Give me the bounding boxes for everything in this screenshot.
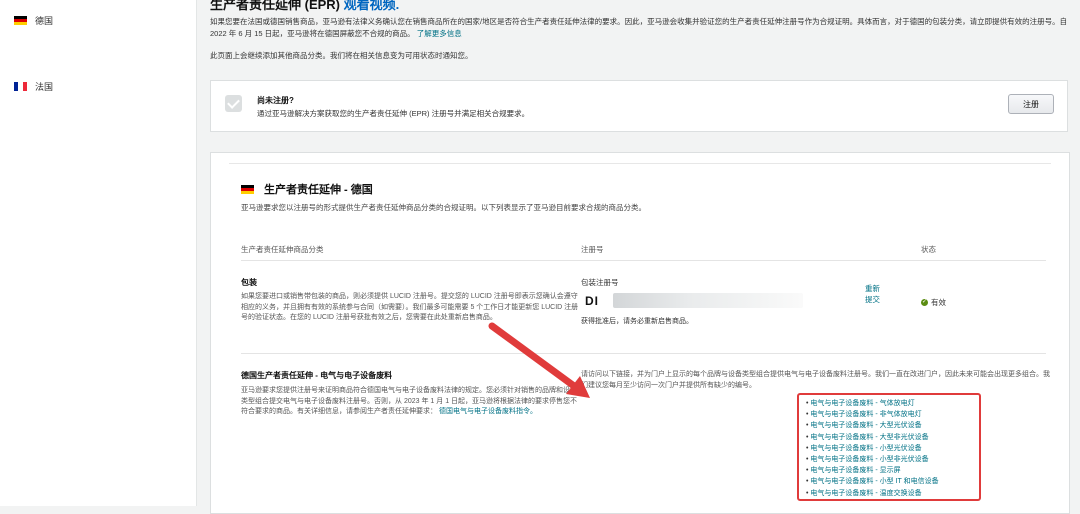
packaging-registration-number: DI (585, 294, 599, 308)
redacted-registration-number (613, 293, 803, 308)
sidebar-item-germany[interactable]: 德国 (14, 14, 53, 27)
eee-category-link[interactable]: 电气与电子设备废料 - 非气体放电灯 (806, 409, 939, 420)
watch-video-link[interactable]: 观看视频. (344, 0, 400, 12)
germany-flag-icon (14, 16, 27, 25)
page-title-text: 生产者责任延伸 (EPR) (210, 0, 341, 12)
sidebar-item-label: 法国 (35, 82, 54, 92)
eee-portal-info: 请访问以下链接，并为门户上显示的每个品牌与设备类型组合提供电气与电子设备废料注册… (581, 371, 1050, 389)
eee-category-link[interactable]: 电气与电子设备废料 - 气体放电灯 (806, 398, 939, 409)
column-header-registration: 注册号 (581, 245, 604, 254)
learn-more-link[interactable]: 了解更多信息 (417, 29, 462, 38)
germany-flag-icon (241, 184, 254, 194)
eee-name: 德国生产者责任延伸 - 电气与电子设备废料 (241, 371, 393, 380)
status-text: 有效 (931, 298, 946, 307)
france-flag-icon (14, 82, 27, 91)
divider (241, 260, 1046, 261)
eee-category-list: 电气与电子设备废料 - 气体放电灯 电气与电子设备废料 - 非气体放电灯 电气与… (806, 398, 939, 499)
packaging-hint: 获得批准后，请务必重新启售商品。 (581, 316, 693, 326)
divider (241, 353, 1046, 354)
packaging-registration-label: 包装注册号 (581, 278, 619, 287)
eee-category-link[interactable]: 电气与电子设备废料 - 大型非光伏设备 (806, 432, 939, 443)
card-title-text: 生产者责任延伸 - 德国 (264, 184, 373, 196)
column-header-category: 生产者责任延伸商品分类 (241, 245, 324, 254)
eee-description: 亚马逊要求您提供注册号来证明商品符合德国电气与电子设备废料法律的规定。您必须针对… (241, 386, 581, 418)
eee-category-link[interactable]: 电气与电子设备废料 - 显示屏 (806, 465, 939, 476)
eee-category-link[interactable]: 电气与电子设备废料 - 小型光伏设备 (806, 443, 939, 454)
column-header-status: 状态 (921, 245, 936, 254)
register-banner: 尚未注册? 通过亚马逊解决方案获取您的生产者责任延伸 (EPR) 注册号并满足相… (210, 80, 1068, 132)
sidebar: 德国 法国 (0, 0, 197, 506)
intro-text: 如果您要在法国或德国销售商品，亚马逊有法律义务确认您在销售商品所在的国家/地区是… (210, 16, 1070, 40)
packaging-hint-text: 获得批准后，请务必重新启售商品。 (581, 318, 693, 325)
weee-directive-link[interactable]: 德国电气与电子设备废料指令。 (439, 408, 537, 415)
sidebar-item-label: 德国 (35, 16, 54, 26)
register-button[interactable]: 注册 (1008, 94, 1054, 114)
eee-category-link[interactable]: 电气与电子设备废料 - 小型 IT 和电信设备 (806, 476, 938, 487)
card-subtitle: 亚马逊要求您以注册号的形式提供生产者责任延伸商品分类的合规证明。以下列表显示了亚… (241, 203, 646, 212)
register-title: 尚未注册? (257, 96, 294, 105)
register-description: 通过亚马逊解决方案获取您的生产者责任延伸 (EPR) 注册号并满足相关合规要求。 (257, 109, 530, 118)
sidebar-item-france[interactable]: 法国 (14, 80, 53, 93)
intro-paragraph: 如果您要在法国或德国销售商品，亚马逊有法律义务确认您在销售商品所在的国家/地区是… (210, 17, 1068, 38)
main-content: 生产者责任延伸 (EPR) 观看视频. 如果您要在法国或德国销售商品，亚马逊有法… (210, 0, 1080, 514)
resubmit-link[interactable]: 重新提交 (865, 283, 885, 305)
eee-category-link[interactable]: 电气与电子设备废料 - 大型光伏设备 (806, 420, 939, 431)
eee-category-link[interactable]: 电气与电子设备废料 - 小型非光伏设备 (806, 454, 939, 465)
checkmark-icon (225, 95, 242, 112)
card-title: 生产者责任延伸 - 德国 (241, 181, 373, 197)
status-badge: ✓ 有效 (921, 297, 946, 308)
packaging-name: 包装 (241, 278, 257, 287)
update-note: 此页面上会继续添加其他商品分类。我们将在相关信息变为可用状态时通知您。 (210, 51, 473, 60)
packaging-description: 如果您要进口或销售带包装的商品，则必须提供 LUCID 注册号。提交您的 LUC… (241, 293, 579, 321)
eee-category-link[interactable]: 电气与电子设备废料 - 温度交换设备 (806, 488, 939, 499)
check-circle-icon: ✓ (921, 299, 928, 306)
page-title: 生产者责任延伸 (EPR) 观看视频. (210, 0, 399, 13)
